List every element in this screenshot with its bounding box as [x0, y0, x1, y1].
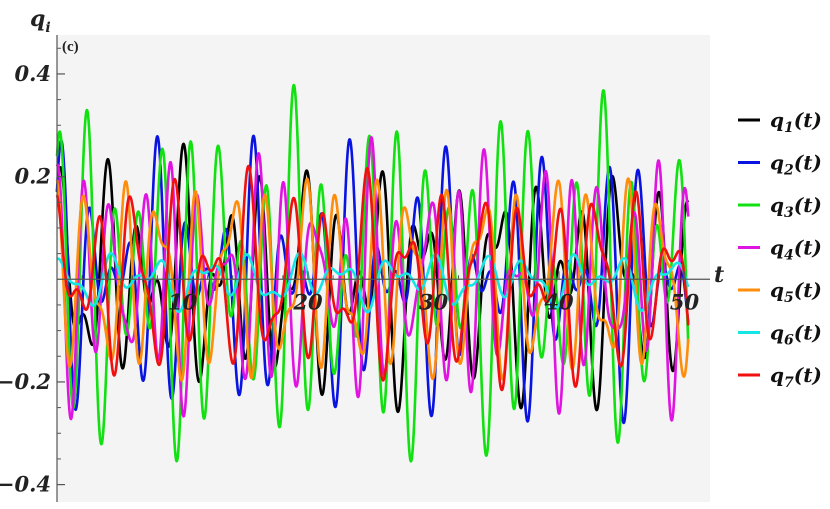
- legend-label-q5: q5(t): [770, 278, 822, 306]
- x-tick-label: 30: [419, 289, 449, 314]
- y-axis-label-main: q: [30, 6, 45, 32]
- legend-label-q7: q7(t): [770, 363, 822, 391]
- y-tick-label: −0.2: [0, 369, 51, 394]
- x-tick-label: 50: [670, 289, 700, 314]
- x-tick-label: 10: [168, 289, 198, 314]
- legend-label-q4: q4(t): [770, 236, 822, 264]
- y-tick-label: 0.2: [14, 164, 51, 189]
- x-axis-label: t: [714, 262, 724, 288]
- chart-canvas: 10 20 30 40 50 −0.4 −0.2 0.2 0.4 q1(t) q2(t) q3(t)…: [0, 6, 822, 502]
- legend-label-q3: q3(t): [770, 193, 822, 221]
- panel-label: (c): [62, 39, 79, 55]
- x-tick-label: 40: [544, 289, 574, 314]
- legend-label-q1: q1(t): [770, 108, 822, 136]
- x-tick-label: 20: [292, 289, 323, 314]
- y-axis-label: qi: [30, 6, 51, 36]
- y-tick-label: −0.4: [0, 472, 51, 497]
- y-tick-label: 0.4: [14, 61, 51, 86]
- legend-label-q2: q2(t): [770, 151, 822, 179]
- legend-label-q6: q6(t): [770, 321, 822, 349]
- legend: q1(t) q2(t) q3(t) q4(t) q5(t) q6(t) q7(t): [738, 108, 822, 391]
- y-axis-label-sub: i: [45, 20, 50, 36]
